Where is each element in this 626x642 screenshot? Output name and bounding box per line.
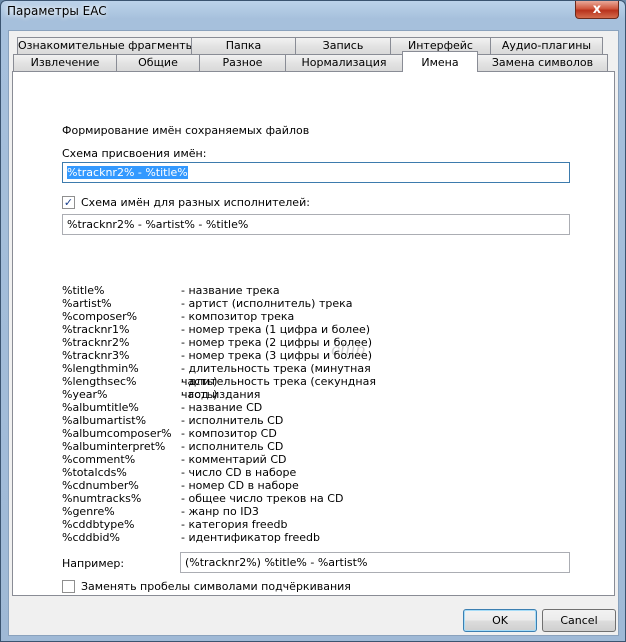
various-artists-label[interactable]: Схема имён для разных исполнителей: <box>81 196 310 209</box>
list-item: %genre% - жанр по ID3 <box>62 505 382 518</box>
variable-name: %tracknr1% <box>62 323 130 336</box>
variable-desc: - число CD в наборе <box>181 466 297 479</box>
naming-panel: Формирование имён сохраняемых файлов Схе… <box>12 71 615 596</box>
replace-spaces-checkbox[interactable] <box>62 580 75 593</box>
various-artists-input-value: %tracknr2% - %artist% - %title% <box>67 218 249 231</box>
variable-desc: - год издания <box>181 388 261 401</box>
variable-name: %numtracks% <box>62 492 142 505</box>
variable-name: %albumtitle% <box>62 401 139 414</box>
close-icon: x <box>592 2 602 17</box>
example-label: Например: <box>62 557 125 570</box>
variable-desc: - название трека <box>181 284 280 297</box>
various-artists-input[interactable]: %tracknr2% - %artist% - %title% <box>62 214 570 235</box>
variable-name: %artist% <box>62 297 112 310</box>
variable-desc: - номер CD в наборе <box>181 479 299 492</box>
tab-row-back: Ознакомительные фрагменты Папка Запись И… <box>17 37 603 54</box>
list-item: %numtracks% - общее число треков на CD <box>62 492 382 505</box>
window-title: Параметры EAC <box>7 4 107 18</box>
tab-naming[interactable]: Имена <box>402 51 478 72</box>
variable-name: %year% <box>62 388 108 401</box>
tab-misc[interactable]: Разное <box>199 54 286 71</box>
variable-desc: - исполнитель CD <box>181 414 284 427</box>
list-item: %albumtitle% - название CD <box>62 401 382 414</box>
variable-name: %genre% <box>62 505 115 518</box>
list-item: %lengthsec% - длительность трека (секундн… <box>62 375 382 401</box>
variable-name: %title% <box>62 284 105 297</box>
variable-name: %lengthmin% <box>62 362 139 375</box>
tab-char-replacement[interactable]: Замена символов <box>477 54 608 71</box>
list-item: %cddbtype% - категория freedb <box>62 518 382 531</box>
checkmark-icon: ✓ <box>63 196 74 209</box>
variable-desc: - композитор трека <box>181 310 295 323</box>
tab-extraction[interactable]: Извлечение <box>13 54 117 71</box>
list-item: %albumartist% - исполнитель CD <box>62 414 382 427</box>
list-item: %lengthmin% - длительность трека (минутна… <box>62 362 382 388</box>
scheme-input[interactable]: %tracknr2% - %title% <box>62 162 570 183</box>
variable-name: %totalcds% <box>62 466 127 479</box>
variable-desc: - общее число треков на CD <box>181 492 344 505</box>
list-item: %tracknr1% - номер трека (1 цифра и более… <box>62 323 382 336</box>
variable-name: %comment% <box>62 453 136 466</box>
tab-writing[interactable]: Запись <box>295 37 391 54</box>
list-item: %title% - название трека <box>62 284 382 297</box>
variable-name: %composer% <box>62 310 138 323</box>
variable-desc: - артист (исполнитель) трека <box>181 297 353 310</box>
variable-name: %cdnumber% <box>62 479 139 492</box>
variable-desc: - номер трека (1 цифра и более) <box>181 323 371 336</box>
variable-desc: - идентификатор freedb <box>181 531 320 544</box>
variable-desc: - категория freedb <box>181 518 288 531</box>
section-heading: Формирование имён сохраняемых файлов <box>62 124 310 137</box>
various-artists-checkbox[interactable]: ✓ <box>62 196 75 209</box>
variable-name: %albuminterpret% <box>62 440 166 453</box>
cancel-button[interactable]: Cancel <box>542 609 616 632</box>
tab-folder[interactable]: Папка <box>191 37 296 54</box>
variable-desc: - жанр по ID3 <box>181 505 259 518</box>
dialog-client-area: Ознакомительные фрагменты Папка Запись И… <box>8 30 619 636</box>
watermark: club <box>331 340 366 359</box>
settings-window: Параметры EAC x Ознакомительные фрагмент… <box>0 0 626 642</box>
close-button[interactable]: x <box>575 1 619 19</box>
variable-name: %albumcomposer% <box>62 427 172 440</box>
variable-name: %cddbtype% <box>62 518 135 531</box>
tab-general[interactable]: Общие <box>116 54 200 71</box>
list-item: %year% - год издания <box>62 388 382 401</box>
variable-name: %lengthsec% <box>62 375 137 388</box>
variable-desc: - комментарий CD <box>181 453 287 466</box>
list-item: %composer% - композитор трека <box>62 310 382 323</box>
example-output-value: (%tracknr2%) %title% - %artist% <box>185 556 368 569</box>
title-bar[interactable]: Параметры EAC x <box>1 1 625 23</box>
variable-name: %tracknr2% <box>62 336 130 349</box>
example-output: (%tracknr2%) %title% - %artist% <box>180 552 570 573</box>
variable-name: %cddbid% <box>62 531 120 544</box>
ok-button[interactable]: OK <box>463 609 537 632</box>
variable-desc: - исполнитель CD <box>181 440 284 453</box>
scheme-input-value: %tracknr2% - %title% <box>67 166 188 179</box>
tab-previews[interactable]: Ознакомительные фрагменты <box>17 37 194 54</box>
list-item: %albuminterpret% - исполнитель CD <box>62 440 382 453</box>
list-item: %cddbid% - идентификатор freedb <box>62 531 382 544</box>
variable-desc: - композитор CD <box>181 427 277 440</box>
list-item: %comment% - комментарий CD <box>62 453 382 466</box>
list-item: %artist% - артист (исполнитель) трека <box>62 297 382 310</box>
list-item: %totalcds% - число CD в наборе <box>62 466 382 479</box>
tab-row-front: Извлечение Общие Разное Нормализация Име… <box>13 51 608 72</box>
variable-name: %tracknr3% <box>62 349 130 362</box>
variable-desc: - название CD <box>181 401 263 414</box>
variable-name: %albumartist% <box>62 414 147 427</box>
list-item: %albumcomposer% - композитор CD <box>62 427 382 440</box>
variables-list: %title% - название трека %artist% - артист… <box>62 284 382 544</box>
list-item: %cdnumber% - номер CD в наборе <box>62 479 382 492</box>
tab-normalization[interactable]: Нормализация <box>285 54 403 71</box>
replace-spaces-label[interactable]: Заменять пробелы символами подчёркивания <box>81 580 351 593</box>
scheme-label: Схема присвоения имён: <box>62 147 207 160</box>
tab-audio-plugins[interactable]: Аудио-плагины <box>490 37 603 54</box>
